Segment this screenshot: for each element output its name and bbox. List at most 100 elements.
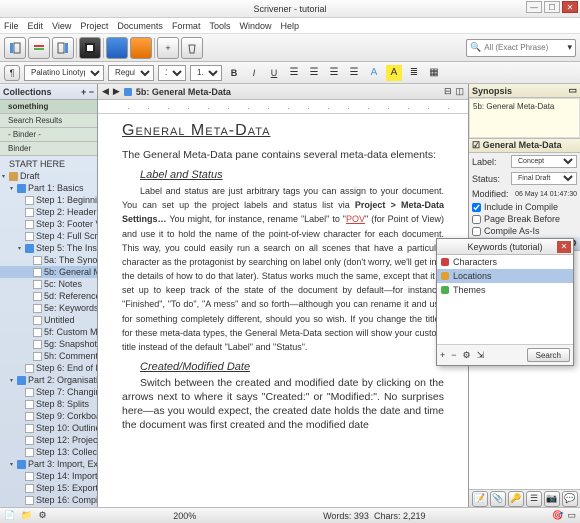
- modified-date[interactable]: 06 May 14 01:47:30: [511, 191, 577, 198]
- keyword-item[interactable]: Themes: [437, 283, 573, 297]
- binder-item[interactable]: ▾Draft: [0, 170, 97, 182]
- search-menu-icon[interactable]: ▾: [567, 42, 572, 53]
- font-select[interactable]: Palatino Linotype: [24, 65, 104, 81]
- ruler[interactable]: [98, 100, 468, 114]
- kw-search-button[interactable]: Search: [527, 348, 570, 362]
- binder-item[interactable]: Step 3: Footer View: [0, 218, 97, 230]
- insp-notes-icon[interactable]: 📝: [472, 491, 488, 507]
- binder-item[interactable]: Step 7: Changing Editor Views: [0, 386, 97, 398]
- search-input[interactable]: [484, 43, 564, 52]
- binder-tree[interactable]: START HERE▾Draft▾Part 1: BasicsStep 1: B…: [0, 156, 97, 507]
- zoom-level[interactable]: 200%: [173, 511, 196, 521]
- collections-add-button[interactable]: + −: [81, 87, 94, 97]
- font-style-select[interactable]: Regular: [108, 65, 154, 81]
- collection-tab[interactable]: something: [0, 100, 97, 114]
- insp-refs-icon[interactable]: 📎: [490, 491, 506, 507]
- align-right-button[interactable]: ☰: [326, 65, 342, 81]
- underline-button[interactable]: U: [266, 65, 282, 81]
- line-spacing-select[interactable]: 1.0x: [190, 65, 222, 81]
- add-doc-icon[interactable]: 📄: [4, 510, 15, 521]
- compile-asis-checkbox[interactable]: [472, 227, 481, 236]
- align-justify-button[interactable]: ☰: [346, 65, 362, 81]
- menu-help[interactable]: Help: [280, 21, 299, 31]
- nav-back-icon[interactable]: ◀: [102, 86, 109, 97]
- kw-remove-button[interactable]: −: [451, 350, 456, 361]
- menu-window[interactable]: Window: [239, 21, 271, 31]
- keyword-item[interactable]: Locations: [437, 269, 573, 283]
- collections-button[interactable]: [28, 37, 50, 59]
- corkboard-view-button[interactable]: [106, 37, 128, 59]
- include-compile-checkbox[interactable]: [472, 203, 481, 212]
- bold-button[interactable]: B: [226, 65, 242, 81]
- collection-tab[interactable]: - Binder -: [0, 128, 97, 142]
- split-horizontal-icon[interactable]: ⊟: [444, 86, 452, 97]
- document-body[interactable]: General Meta-Data The General Meta-Data …: [98, 114, 468, 507]
- binder-item[interactable]: 5e: Keywords: [0, 302, 97, 314]
- binder-item[interactable]: 5d: References: [0, 290, 97, 302]
- window-max-button[interactable]: ☐: [544, 1, 560, 13]
- collection-tab[interactable]: Binder: [0, 142, 97, 156]
- binder-item[interactable]: Untitled: [0, 314, 97, 326]
- align-center-button[interactable]: ☰: [306, 65, 322, 81]
- insp-comments-icon[interactable]: 💬: [562, 491, 578, 507]
- add-button[interactable]: +: [157, 37, 179, 59]
- nav-fwd-icon[interactable]: ▶: [113, 86, 120, 97]
- binder-item[interactable]: ▾Part 4: Text Tools: [0, 506, 97, 507]
- text-color-button[interactable]: A: [366, 65, 382, 81]
- binder-item[interactable]: 5b: General Meta-Data: [0, 266, 97, 278]
- keywords-popup-list[interactable]: CharactersLocationsThemes: [437, 255, 573, 345]
- list-button[interactable]: ≣: [406, 65, 422, 81]
- font-size-select[interactable]: 13: [158, 65, 186, 81]
- binder-item[interactable]: Step 9: Corkboard: [0, 410, 97, 422]
- binder-item[interactable]: Step 14: Importing: [0, 470, 97, 482]
- binder-item[interactable]: Step 1: Beginnings: [0, 194, 97, 206]
- status-select[interactable]: Final Draft: [511, 172, 577, 185]
- binder-item[interactable]: Step 12: Project Search: [0, 434, 97, 446]
- binder-item[interactable]: START HERE: [0, 158, 97, 170]
- keywords-popup-close[interactable]: ✕: [557, 241, 571, 253]
- binder-item[interactable]: 5g: Snapshots: [0, 338, 97, 350]
- page-break-checkbox[interactable]: [472, 215, 481, 224]
- target-icon[interactable]: 🎯: [552, 510, 563, 521]
- binder-item[interactable]: Step 4: Full Screen: [0, 230, 97, 242]
- window-min-button[interactable]: —: [526, 1, 542, 13]
- insp-meta-icon[interactable]: ☰: [526, 491, 542, 507]
- menu-project[interactable]: Project: [80, 21, 108, 31]
- synopsis-image-toggle-icon[interactable]: ▭: [568, 85, 577, 96]
- italic-button[interactable]: I: [246, 65, 262, 81]
- kw-add-button[interactable]: +: [440, 350, 445, 361]
- menu-view[interactable]: View: [52, 21, 71, 31]
- view-mode-icon[interactable]: ▭: [567, 510, 576, 521]
- label-select[interactable]: Concept: [511, 155, 577, 168]
- menu-file[interactable]: File: [4, 21, 19, 31]
- window-close-button[interactable]: ✕: [562, 1, 578, 13]
- binder-item[interactable]: ▾Part 1: Basics: [0, 182, 97, 194]
- binder-toggle-button[interactable]: [4, 37, 26, 59]
- trash-button[interactable]: [181, 37, 203, 59]
- highlight-button[interactable]: A: [386, 65, 402, 81]
- align-left-button[interactable]: ☰: [286, 65, 302, 81]
- kw-link-icon[interactable]: ⇲: [477, 350, 485, 361]
- inspector-toggle-button[interactable]: [52, 37, 74, 59]
- binder-item[interactable]: Step 16: Compiling the Draft: [0, 494, 97, 506]
- binder-item[interactable]: ▾Part 2: Organisation: [0, 374, 97, 386]
- preset-button[interactable]: ¶: [4, 65, 20, 81]
- search-box[interactable]: 🔍 ▾: [466, 39, 576, 57]
- insp-keywords-icon[interactable]: 🔑: [508, 491, 524, 507]
- add-folder-icon[interactable]: 📁: [21, 510, 32, 521]
- insp-snapshot-icon[interactable]: 📷: [544, 491, 560, 507]
- outline-view-button[interactable]: [130, 37, 152, 59]
- kw-gear-icon[interactable]: ⚙: [463, 350, 471, 361]
- binder-item[interactable]: Step 13: Collections: [0, 446, 97, 458]
- binder-item[interactable]: Step 15: Exporting Files: [0, 482, 97, 494]
- split-vertical-icon[interactable]: ◫: [455, 86, 464, 97]
- menu-tools[interactable]: Tools: [209, 21, 230, 31]
- binder-item[interactable]: Step 2: Header View: [0, 206, 97, 218]
- binder-item[interactable]: Step 8: Splits: [0, 398, 97, 410]
- compose-button[interactable]: [79, 37, 101, 59]
- gear-icon[interactable]: ⚙: [38, 510, 46, 521]
- binder-item[interactable]: Step 10: Outliner: [0, 422, 97, 434]
- binder-item[interactable]: 5h: Comments & Footnotes: [0, 350, 97, 362]
- binder-item[interactable]: 5a: The Synopsis Index Card: [0, 254, 97, 266]
- binder-item[interactable]: ▾Part 3: Import, Export and Print...: [0, 458, 97, 470]
